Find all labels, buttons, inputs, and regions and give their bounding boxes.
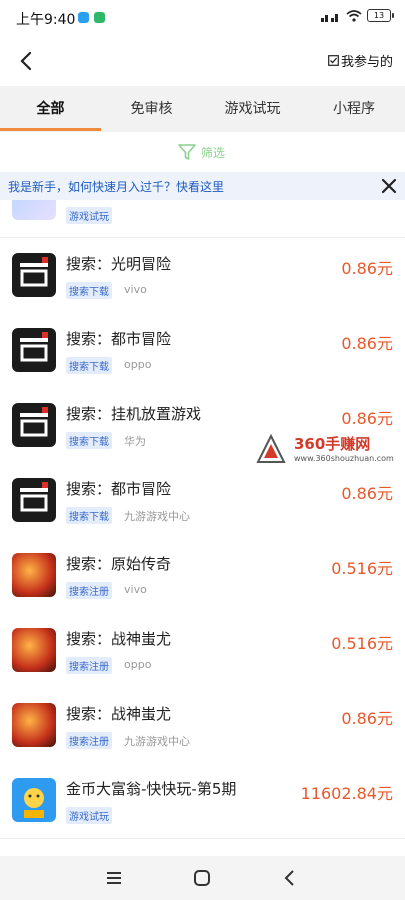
game-logo-icon <box>20 407 48 437</box>
list-item[interactable]: 搜索：战神蚩尤 搜索注册 九游游戏中心 0.86元 <box>0 688 405 764</box>
back-icon[interactable] <box>278 866 302 890</box>
watermark-url: www.360shouzhuan.com <box>294 454 394 463</box>
task-platform: 九游游戏中心 <box>124 735 190 748</box>
task-reward: 11602.84元 <box>300 784 393 803</box>
game-icon-fire <box>12 553 56 597</box>
game-icon-dark <box>12 253 56 297</box>
task-title: 搜索：原始传奇 <box>66 555 172 573</box>
task-tag: 搜索注册 <box>66 657 112 674</box>
list-item[interactable]: 搜索：光明冒险 搜索下载 vivo 0.86元 <box>0 238 405 314</box>
task-title: 搜索：战神蚩尤 <box>66 630 172 648</box>
list-item[interactable]: 搜索：原始传奇 搜索注册 vivo 0.516元 <box>0 538 405 614</box>
task-reward: 0.516元 <box>331 559 393 578</box>
task-title: 搜索：都市冒险 <box>66 330 172 348</box>
watermark-title: 360手赚网 <box>294 435 371 453</box>
game-icon-dark <box>12 478 56 522</box>
task-tag: 游戏试玩 <box>66 207 112 224</box>
task-reward: 0.86元 <box>341 709 393 728</box>
game-icon-fire <box>12 628 56 672</box>
filter-button[interactable]: 筛选 <box>177 142 225 162</box>
task-platform: vivo <box>124 283 147 296</box>
task-title: 搜索：都市冒险 <box>66 480 172 498</box>
header: 我参与的 <box>0 36 405 86</box>
my-joined-button[interactable]: 我参与的 <box>328 51 393 70</box>
notice-text[interactable]: 我是新手，如何快速月入过千？快看这里 <box>8 178 224 195</box>
tab-no-review[interactable]: 免审核 <box>101 86 202 132</box>
shield-notification-icon <box>94 12 105 23</box>
task-tag: 搜索下载 <box>66 357 112 374</box>
list-item[interactable]: 搜索：战神蚩尤 搜索注册 oppo 0.516元 <box>0 613 405 689</box>
game-icon-fire <box>12 703 56 747</box>
my-joined-label: 我参与的 <box>340 55 393 70</box>
watermark: 360手赚网 www.360shouzhuan.com <box>252 430 405 468</box>
home-icon[interactable] <box>190 866 214 890</box>
coin-character-icon <box>24 788 44 818</box>
list-item[interactable]: 搜索：都市冒险 搜索下载 九游游戏中心 0.86元 <box>0 463 405 539</box>
game-icon-anime <box>12 200 56 220</box>
game-icon-coin <box>12 778 56 822</box>
task-tag: 搜索注册 <box>66 732 112 749</box>
filter-label: 筛选 <box>201 145 226 160</box>
battery-icon: 13 <box>367 9 394 22</box>
tab-mini-program[interactable]: 小程序 <box>303 86 405 132</box>
task-platform: oppo <box>124 358 152 371</box>
task-title: 搜索：挂机放置游戏 <box>66 405 202 423</box>
checkbox-icon <box>328 55 339 66</box>
watermark-logo-icon <box>256 434 286 463</box>
game-icon-dark <box>12 403 56 447</box>
newbie-notice[interactable]: 我是新手，如何快速月入过千？快看这里 <box>0 172 405 200</box>
task-platform: oppo <box>124 658 152 671</box>
task-platform: vivo <box>124 583 147 596</box>
list-item[interactable]: 游戏试玩 <box>0 200 405 238</box>
status-time: 上午9:40 <box>16 12 76 28</box>
status-indicators: 13 <box>321 9 394 22</box>
task-reward: 0.86元 <box>341 259 393 278</box>
filter-bar: 筛选 <box>0 132 405 172</box>
task-title: 搜索：光明冒险 <box>66 255 172 273</box>
game-logo-icon <box>20 257 48 287</box>
system-nav-bar <box>0 856 405 900</box>
game-logo-icon <box>20 332 48 362</box>
tab-game-trial[interactable]: 游戏试玩 <box>202 86 303 132</box>
menu-icon[interactable] <box>102 866 126 890</box>
task-title: 搜索：战神蚩尤 <box>66 705 172 723</box>
status-bar: 上午9:40 13 <box>0 0 405 36</box>
task-tag: 搜索下载 <box>66 432 112 449</box>
task-tag: 搜索注册 <box>66 582 112 599</box>
funnel-icon <box>178 144 196 160</box>
task-title: 金币大富翁-快快玩-第5期 <box>66 780 237 798</box>
signal-icon <box>321 13 338 22</box>
active-tab-indicator <box>0 128 101 131</box>
task-reward: 0.86元 <box>341 334 393 353</box>
wifi-icon <box>346 9 362 22</box>
task-reward: 0.516元 <box>331 634 393 653</box>
task-platform: 华为 <box>124 435 146 448</box>
game-icon-dark <box>12 328 56 372</box>
task-tag: 搜索下载 <box>66 507 112 524</box>
app-notification-icon <box>78 12 89 23</box>
category-tabs: 全部 免审核 游戏试玩 小程序 <box>0 86 405 133</box>
task-tag: 搜索下载 <box>66 282 112 299</box>
task-platform: 九游游戏中心 <box>124 510 190 523</box>
list-item[interactable]: 金币大富翁-快快玩-第5期 游戏试玩 11602.84元 <box>0 763 405 839</box>
task-tag: 游戏试玩 <box>66 807 112 824</box>
list-item[interactable]: 搜索：都市冒险 搜索下载 oppo 0.86元 <box>0 313 405 389</box>
close-icon[interactable] <box>379 176 399 196</box>
task-list: 游戏试玩 搜索：光明冒险 搜索下载 vivo 0.86元 搜索：都市冒险 搜索下… <box>0 200 405 856</box>
tab-all[interactable]: 全部 <box>0 86 101 132</box>
task-reward: 0.86元 <box>341 484 393 503</box>
game-logo-icon <box>20 482 48 512</box>
task-reward: 0.86元 <box>341 409 393 428</box>
back-arrow-icon[interactable] <box>12 46 42 76</box>
